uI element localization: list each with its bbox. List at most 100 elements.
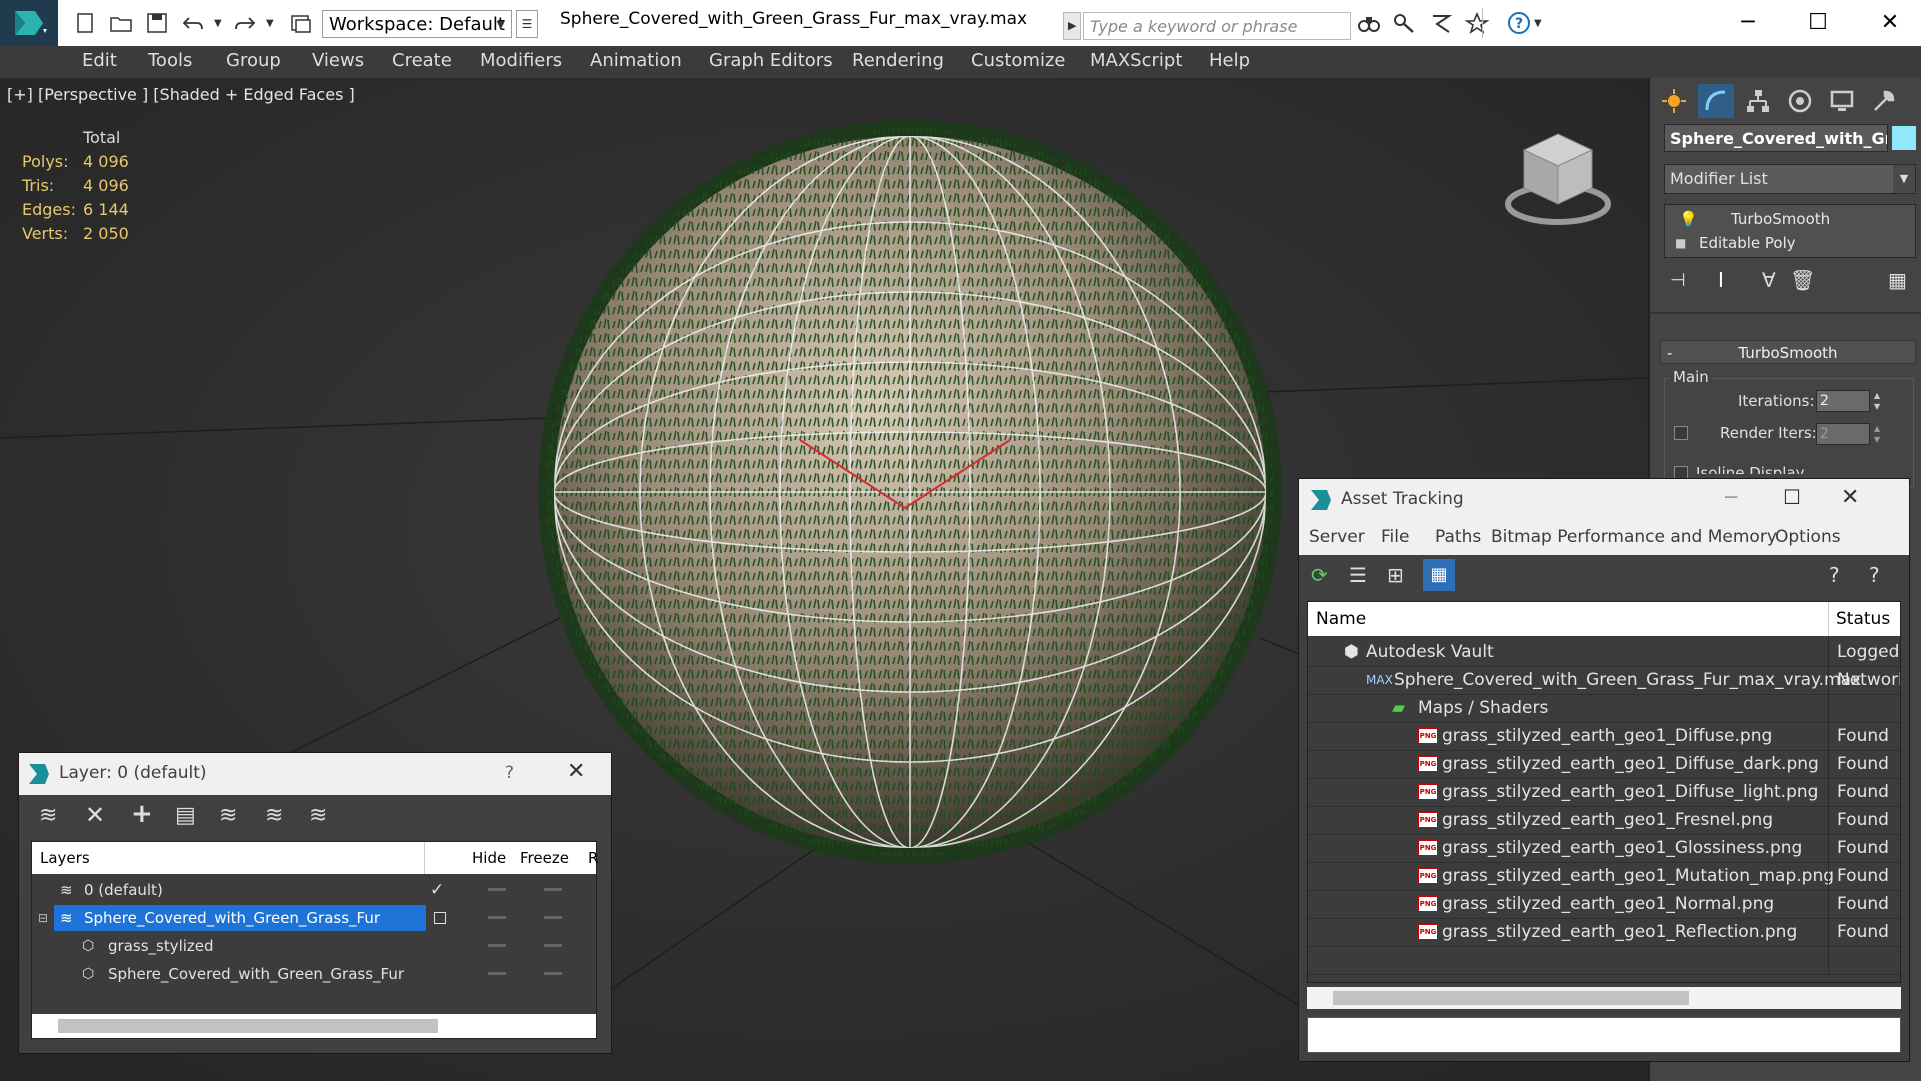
asset-row-maps[interactable]: ▰ Maps / Shaders [1308, 694, 1900, 723]
layer-row[interactable]: ≋ 0 (default) ✓ [32, 876, 596, 904]
menu-item-file[interactable]: File [1381, 527, 1409, 547]
make-current-checkbox[interactable] [434, 912, 446, 924]
menu-item-animation[interactable]: Animation [590, 50, 682, 71]
expand-icon[interactable]: ■ [1675, 231, 1686, 255]
undo-icon[interactable] [180, 10, 206, 36]
new-layer-icon[interactable]: ≋ [39, 803, 57, 828]
menu-item-tools[interactable]: Tools [148, 50, 192, 71]
asset-row-map[interactable]: PNG grass_stilyzed_earth_geo1_Normal.png… [1308, 890, 1900, 919]
workspace-menu-button[interactable]: ☰ [516, 10, 538, 38]
remove-modifier-icon[interactable]: 🗑 [1790, 268, 1815, 292]
context-help-icon[interactable]: ? [1869, 563, 1880, 587]
freeze-toggle[interactable] [544, 944, 562, 947]
menu-item-paths[interactable]: Paths [1435, 527, 1481, 547]
spinner-arrows-icon[interactable]: ▲ ▼ [1874, 423, 1880, 445]
asset-path-field[interactable] [1307, 1017, 1901, 1053]
menu-item-help[interactable]: Help [1209, 50, 1250, 71]
collapse-icon[interactable]: ⊟ [38, 904, 48, 932]
active-layer-check-icon[interactable]: ✓ [430, 876, 444, 904]
save-icon[interactable] [144, 10, 170, 36]
binoculars-icon[interactable] [1356, 10, 1382, 36]
list-view-icon[interactable]: ☰ [1349, 563, 1367, 587]
open-file-icon[interactable] [108, 10, 134, 36]
render-iters-checkbox[interactable] [1674, 426, 1688, 440]
redo-dropdown-icon[interactable]: ▼ [266, 18, 274, 29]
freeze-toggle[interactable] [544, 888, 562, 891]
show-end-result-icon[interactable]: Ⅰ [1718, 268, 1724, 292]
hide-toggle[interactable] [488, 972, 506, 975]
add-to-layer-icon[interactable]: + [131, 799, 153, 829]
render-iters-spinner[interactable]: 2 [1816, 423, 1870, 445]
stack-item-editable-poly[interactable]: ■ Editable Poly [1665, 231, 1915, 255]
scrollbar-thumb[interactable] [1333, 991, 1689, 1005]
close-button[interactable]: ✕ [1841, 485, 1859, 510]
refresh-icon[interactable]: ⟳ [1311, 563, 1328, 587]
make-unique-icon[interactable]: ∀ [1762, 268, 1776, 292]
redo-icon[interactable] [232, 10, 258, 36]
column-header-status[interactable]: Status [1836, 609, 1890, 629]
asset-row-map[interactable]: PNG grass_stilyzed_earth_geo1_Fresnel.pn… [1308, 806, 1900, 835]
menu-item-create[interactable]: Create [392, 50, 452, 71]
layer-row[interactable]: ⬡ Sphere_Covered_with_Green_Grass_Fur [32, 960, 596, 988]
select-objects-icon[interactable]: ▤ [175, 803, 196, 828]
utilities-tab-icon[interactable] [1866, 84, 1902, 118]
menu-item-views[interactable]: Views [312, 50, 364, 71]
menu-item-bitmap-performance[interactable]: Bitmap Performance and Memory [1491, 527, 1777, 547]
viewport-label[interactable]: [+] [Perspective ] [Shaded + Edged Faces… [7, 85, 355, 104]
maximize-button[interactable]: ☐ [1783, 485, 1801, 509]
horizontal-scrollbar[interactable] [32, 1014, 596, 1038]
autodesk-account-icon[interactable] [1428, 10, 1454, 36]
search-input[interactable]: Type a keyword or phrase [1083, 12, 1351, 40]
column-header-layers[interactable]: Layers [40, 849, 90, 867]
layer-row[interactable]: ⊟ ≋ Sphere_Covered_with_Green_Grass_Fur [32, 904, 596, 932]
highlight-layer-icon[interactable]: ≋ [219, 803, 237, 828]
maximize-button[interactable]: ☐ [1798, 6, 1838, 40]
viewcube-icon[interactable] [1502, 126, 1614, 230]
new-file-icon[interactable] [72, 10, 98, 36]
motion-tab-icon[interactable] [1782, 84, 1818, 118]
asset-row-map[interactable]: PNG grass_stilyzed_earth_geo1_Mutation_m… [1308, 862, 1900, 891]
layer-row[interactable]: ⬡ grass_stylized [32, 932, 596, 960]
modifier-list-dropdown[interactable]: Modifier List ▼ [1664, 164, 1916, 194]
pin-stack-icon[interactable]: ⊣ [1670, 270, 1686, 291]
help-icon[interactable]: ? [1829, 563, 1840, 587]
menu-item-graph-editors[interactable]: Graph Editors [709, 50, 833, 71]
search-expand-button[interactable]: ▶ [1063, 12, 1081, 40]
menu-item-edit[interactable]: Edit [82, 50, 117, 71]
column-header-hide[interactable]: Hide [472, 849, 506, 867]
hide-toggle[interactable] [488, 916, 506, 919]
object-color-swatch[interactable] [1892, 126, 1916, 150]
hide-toggle[interactable] [488, 888, 506, 891]
asset-row-vault[interactable]: ⬢ Autodesk Vault Logged Out [1308, 638, 1900, 667]
create-tab-icon[interactable] [1656, 84, 1692, 118]
key-icon[interactable] [1392, 10, 1418, 36]
hide-all-layers-icon[interactable]: ≋ [265, 803, 283, 828]
turbosmooth-rollout-header[interactable]: - TurboSmooth [1660, 340, 1916, 364]
delete-layer-icon[interactable]: ✕ [85, 801, 105, 829]
asset-row-map[interactable]: PNG grass_stilyzed_earth_geo1_Diffuse.pn… [1308, 722, 1900, 751]
object-name-field[interactable]: Sphere_Covered_with_Green_Grass_Fur [1664, 124, 1888, 152]
asset-row-scene-file[interactable]: MAX Sphere_Covered_with_Green_Grass_Fur_… [1308, 666, 1900, 695]
freeze-toggle[interactable] [544, 972, 562, 975]
spinner-arrows-icon[interactable]: ▲ ▼ [1874, 390, 1880, 412]
menu-item-customize[interactable]: Customize [971, 50, 1065, 71]
menu-item-maxscript[interactable]: MAXScript [1090, 50, 1182, 71]
freeze-all-layers-icon[interactable]: ≋ [309, 803, 327, 828]
lightbulb-icon[interactable]: 💡 [1679, 207, 1698, 231]
display-tab-icon[interactable] [1824, 84, 1860, 118]
help-icon[interactable]: ? [1506, 10, 1532, 36]
hide-toggle[interactable] [488, 944, 506, 947]
configure-sets-icon[interactable]: ▦ [1888, 268, 1907, 292]
menu-item-rendering[interactable]: Rendering [852, 50, 944, 71]
app-menu-button[interactable] [0, 0, 58, 46]
workspace-select[interactable]: Workspace: Default ▼ [322, 10, 512, 38]
asset-row-map[interactable]: PNG grass_stilyzed_earth_geo1_Reflection… [1308, 918, 1900, 947]
asset-window-titlebar[interactable]: Asset Tracking ─ ☐ ✕ [1299, 479, 1909, 521]
help-dropdown-icon[interactable]: ▼ [1534, 18, 1542, 29]
menu-item-server[interactable]: Server [1309, 527, 1365, 547]
column-header-render[interactable]: R [588, 849, 598, 867]
column-header-freeze[interactable]: Freeze [520, 849, 569, 867]
hierarchy-tab-icon[interactable] [1740, 84, 1776, 118]
star-icon[interactable] [1464, 10, 1490, 36]
stack-item-turbosmooth[interactable]: 💡 TurboSmooth [1665, 207, 1915, 231]
